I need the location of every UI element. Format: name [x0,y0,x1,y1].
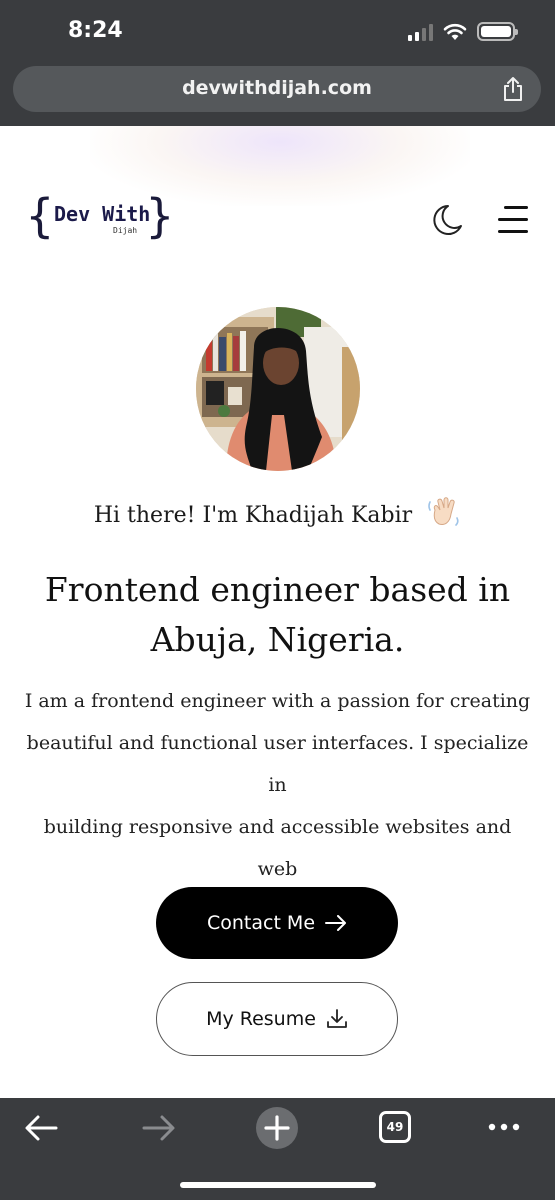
hero-headline: Frontend engineer based in Abuja, Nigeri… [30,565,525,665]
wifi-icon [443,23,467,40]
moon-icon[interactable] [428,202,464,238]
url-text[interactable]: devwithdijah.com [13,77,541,99]
logo-subtext: Dijah [113,226,138,235]
back-arrow-icon[interactable] [24,1114,58,1142]
share-icon[interactable] [501,76,525,102]
my-resume-label: My Resume [206,1008,316,1030]
status-time: 8:24 [68,18,123,43]
status-icons [408,22,518,41]
browser-top-bar: 8:24 devwithdijah.com [0,0,555,126]
intro-line: building responsive and accessible websi… [43,816,512,880]
url-bar[interactable]: devwithdijah.com [13,66,541,112]
headline-line: Abuja, Nigeria. [150,620,405,659]
contact-me-button[interactable]: Contact Me [156,887,398,959]
intro-line: beautiful and functional user interfaces… [26,732,529,796]
menu-icon[interactable] [496,204,532,236]
my-resume-button[interactable]: My Resume [156,982,398,1056]
cellular-signal-icon [408,23,433,41]
tab-switcher-button[interactable]: 49 [379,1111,411,1143]
new-tab-icon[interactable] [255,1106,299,1150]
tab-count: 49 [386,1120,404,1134]
profile-avatar [196,307,360,471]
contact-me-label: Contact Me [206,912,316,934]
more-options-icon[interactable] [487,1122,521,1132]
waving-hand-icon [428,497,459,526]
intro-line: I am a frontend engineer with a passion … [24,690,531,712]
home-indicator [180,1182,376,1188]
greeting-text: Hi there! I'm Khadijah Kabir [0,496,555,528]
download-icon [327,1009,347,1028]
site-logo[interactable]: { Dev With Dijah } [26,189,176,248]
greeting-label: Hi there! I'm Khadijah Kabir [93,503,413,528]
headline-line: Frontend engineer based in [44,570,511,609]
forward-arrow-icon[interactable] [142,1114,176,1142]
logo-brace-close: } [146,189,174,243]
arrow-right-icon [325,915,347,931]
logo-brace-open: { [26,189,54,243]
battery-icon [477,22,518,41]
logo-text: Dev With [54,202,151,226]
